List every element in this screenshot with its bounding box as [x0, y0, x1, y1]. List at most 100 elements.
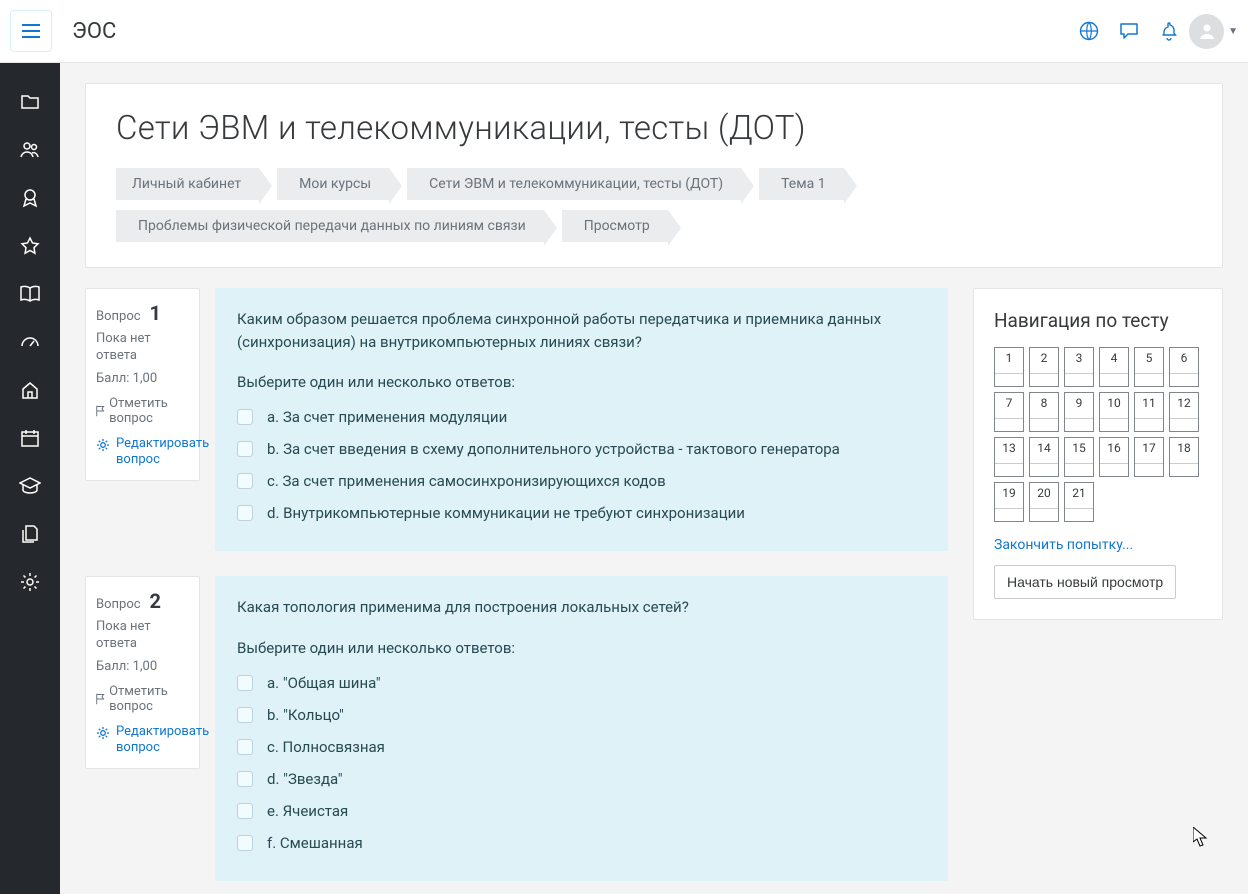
nav-question-5[interactable]: 5 — [1134, 347, 1164, 387]
breadcrumb-item[interactable]: Личный кабинет — [116, 168, 259, 200]
nav-question-6[interactable]: 6 — [1169, 347, 1199, 387]
answer-checkbox[interactable] — [237, 505, 253, 521]
nav-question-14[interactable]: 14 — [1029, 437, 1059, 477]
rail-book[interactable] — [0, 270, 60, 318]
question-status: Пока нет ответа — [96, 619, 189, 653]
answer-checkbox[interactable] — [237, 473, 253, 489]
topbar: ЭОС ▼ — [0, 0, 1248, 63]
caret-down-icon: ▼ — [1228, 26, 1238, 37]
nav-question-19[interactable]: 19 — [994, 482, 1024, 522]
nav-question-15[interactable]: 15 — [1064, 437, 1094, 477]
answer-option: b. "Кольцо" — [237, 699, 926, 731]
answer-label: a. "Общая шина" — [267, 674, 381, 692]
answer-checkbox[interactable] — [237, 835, 253, 851]
nav-question-3[interactable]: 3 — [1064, 347, 1094, 387]
edit-question-link[interactable]: Редактировать вопрос — [96, 724, 189, 757]
answer-label: c. За счет применения самосинхронизирующ… — [267, 472, 666, 490]
rail-folder[interactable] — [0, 78, 60, 126]
bell-button[interactable] — [1149, 11, 1189, 51]
answer-checkbox[interactable] — [237, 771, 253, 787]
question-number-label: Вопрос — [96, 309, 141, 324]
question-number-label: Вопрос — [96, 597, 141, 612]
answer-option: a. За счет применения модуляции — [237, 401, 926, 433]
nav-question-1[interactable]: 1 — [994, 347, 1024, 387]
answer-checkbox[interactable] — [237, 707, 253, 723]
answer-checkbox[interactable] — [237, 675, 253, 691]
new-attempt-button[interactable]: Начать новый просмотр — [994, 565, 1176, 599]
nav-question-11[interactable]: 11 — [1134, 392, 1164, 432]
rail-users[interactable] — [0, 126, 60, 174]
flag-question-link[interactable]: Отметить вопрос — [96, 396, 189, 426]
breadcrumb-item[interactable]: Сети ЭВМ и телекоммуникации, тесты (ДОТ) — [407, 168, 741, 200]
answers-list: a. "Общая шина"b. "Кольцо"c. Полносвязна… — [215, 661, 948, 881]
edit-question-link[interactable]: Редактировать вопрос — [96, 436, 189, 469]
flag-question-link[interactable]: Отметить вопрос — [96, 684, 189, 714]
answer-option: e. Ячеистая — [237, 795, 926, 827]
rail-settings[interactable] — [0, 558, 60, 606]
question-text: Какая топология применима для построения… — [215, 576, 948, 629]
chat-button[interactable] — [1109, 11, 1149, 51]
question-content: Какая топология применима для построения… — [215, 576, 948, 881]
answer-checkbox[interactable] — [237, 739, 253, 755]
user-menu[interactable]: ▼ — [1189, 14, 1238, 49]
answer-label: f. Смешанная — [267, 834, 363, 852]
nav-question-17[interactable]: 17 — [1134, 437, 1164, 477]
answer-checkbox[interactable] — [237, 441, 253, 457]
globe-button[interactable] — [1069, 11, 1109, 51]
nav-question-9[interactable]: 9 — [1064, 392, 1094, 432]
nav-question-10[interactable]: 10 — [1099, 392, 1129, 432]
answer-option: b. За счет введения в схему дополнительн… — [237, 433, 926, 465]
breadcrumb-item[interactable]: Тема 1 — [759, 168, 843, 200]
question-score: Балл: 1,00 — [96, 659, 189, 676]
answer-prompt: Выберите один или несколько ответов: — [215, 629, 948, 661]
nav-question-20[interactable]: 20 — [1029, 482, 1059, 522]
rail-star[interactable] — [0, 222, 60, 270]
nav-question-8[interactable]: 8 — [1029, 392, 1059, 432]
rail-home[interactable] — [0, 366, 60, 414]
breadcrumb-item[interactable]: Мои курсы — [277, 168, 389, 200]
hamburger-icon — [22, 24, 40, 38]
nav-question-2[interactable]: 2 — [1029, 347, 1059, 387]
nav-grid: 123456789101112131415161718192021 — [994, 347, 1202, 522]
answer-checkbox[interactable] — [237, 803, 253, 819]
finish-attempt-link[interactable]: Закончить попытку... — [994, 537, 1202, 553]
nav-question-21[interactable]: 21 — [1064, 482, 1094, 522]
nav-question-18[interactable]: 18 — [1169, 437, 1199, 477]
question-block: Вопрос 1Пока нет ответаБалл: 1,00Отметит… — [85, 288, 948, 551]
gear-icon — [96, 726, 110, 740]
rail-award[interactable] — [0, 174, 60, 222]
question-info: Вопрос 1Пока нет ответаБалл: 1,00Отметит… — [85, 288, 200, 481]
chat-icon — [1119, 21, 1139, 41]
rail-calendar[interactable] — [0, 414, 60, 462]
quiz-nav-panel: Навигация по тесту 123456789101112131415… — [973, 288, 1223, 620]
brand-title: ЭОС — [72, 19, 116, 44]
question-info: Вопрос 2 Пока нет ответа Балл: 1,00 Отметит… — [85, 576, 200, 769]
questions-column: Вопрос 1Пока нет ответаБалл: 1,00Отметит… — [85, 288, 948, 894]
breadcrumb: Личный кабинет Мои курсы Сети ЭВМ и телеко… — [116, 168, 1192, 242]
breadcrumb-item[interactable]: Просмотр — [562, 210, 668, 242]
nav-question-13[interactable]: 13 — [994, 437, 1024, 477]
nav-question-7[interactable]: 7 — [994, 392, 1024, 432]
answer-prompt: Выберите один или несколько ответов: — [215, 363, 948, 395]
question-status: Пока нет ответа — [96, 331, 189, 365]
breadcrumb-item[interactable]: Проблемы физической передачи данных по л… — [116, 210, 544, 242]
rail-graduation[interactable] — [0, 462, 60, 510]
rail-gauge[interactable] — [0, 318, 60, 366]
question-content: Каким образом решается проблема синхронн… — [215, 288, 948, 551]
nav-question-12[interactable]: 12 — [1169, 392, 1199, 432]
nav-question-4[interactable]: 4 — [1099, 347, 1129, 387]
page-content: Сети ЭВМ и телекоммуникации, тесты (ДОТ)… — [60, 63, 1248, 894]
globe-icon — [1079, 21, 1099, 41]
answer-checkbox[interactable] — [237, 409, 253, 425]
nav-panel-title: Навигация по тесту — [994, 309, 1202, 332]
user-icon — [1197, 21, 1217, 41]
answer-label: d. Внутрикомпьютерные коммуникации не тр… — [267, 504, 745, 522]
nav-question-16[interactable]: 16 — [1099, 437, 1129, 477]
rail-files[interactable] — [0, 510, 60, 558]
avatar — [1189, 14, 1224, 49]
question-score: Балл: 1,00 — [96, 371, 189, 388]
question-number: 2 — [145, 589, 161, 613]
answer-option: d. Внутрикомпьютерные коммуникации не тр… — [237, 497, 926, 529]
answer-label: b. За счет введения в схему дополнительн… — [267, 440, 840, 458]
hamburger-menu-button[interactable] — [10, 10, 52, 52]
